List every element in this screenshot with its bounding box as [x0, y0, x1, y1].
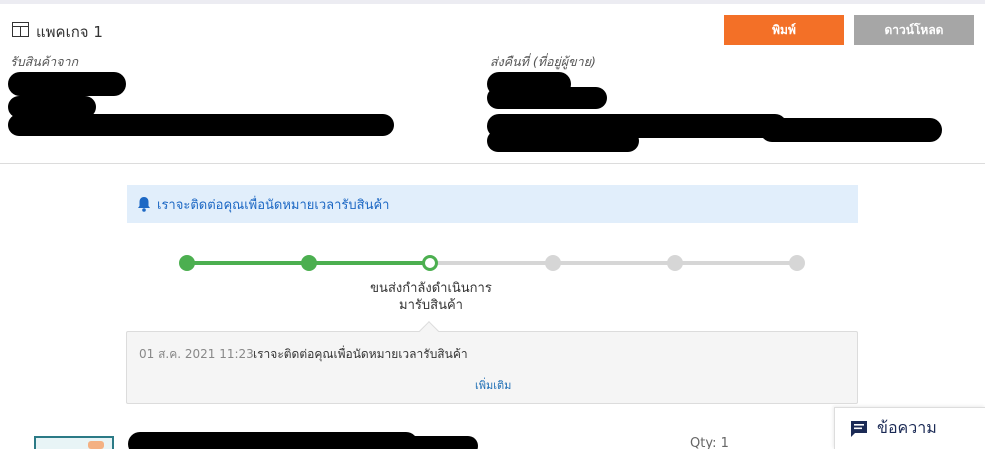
package-title: แพคเกจ 1	[36, 23, 103, 41]
pickup-notice: เราจะติดต่อคุณเพื่อนัดหมายเวลารับสินค้า	[127, 185, 858, 223]
progress-step-5	[667, 255, 683, 271]
top-bar	[0, 0, 985, 4]
pickup-label: รับสินค้าจาก	[10, 54, 79, 69]
chat-label: ข้อความ	[877, 418, 937, 437]
product-thumbnail-detail	[88, 441, 104, 449]
chat-button[interactable]: ข้อความ	[834, 407, 985, 449]
bell-icon	[138, 197, 150, 212]
section-divider	[0, 163, 985, 164]
progress-step-2	[301, 255, 317, 271]
redacted-pickup-name	[8, 72, 126, 96]
print-button[interactable]: พิมพ์	[724, 15, 844, 45]
redacted-pickup-address	[8, 114, 394, 136]
log-message: เราจะติดต่อคุณเพื่อนัดหมายเวลารับสินค้า	[253, 347, 468, 361]
progress-track-todo	[430, 261, 797, 265]
progress-step-4	[545, 255, 561, 271]
notice-text: เราจะติดต่อคุณเพื่อนัดหมายเวลารับสินค้า	[157, 197, 390, 213]
package-icon	[12, 22, 29, 37]
return-address-label: ส่งคืนที่ (ที่อยู่ผู้ขาย)	[490, 54, 596, 69]
redacted-return-address-2	[760, 118, 942, 142]
redacted-product-name-2	[380, 436, 478, 449]
progress-step-3-current	[422, 255, 438, 271]
redacted-product-name	[128, 432, 418, 449]
product-thumbnail	[34, 436, 114, 449]
more-link[interactable]: เพิ่มเติม	[475, 376, 511, 394]
redacted-return-phone	[487, 87, 607, 109]
redacted-return-address-3	[487, 130, 639, 152]
download-button[interactable]: ดาวน์โหลด	[854, 15, 974, 45]
current-step-label-line1: ขนส่งกำลังดำเนินการ	[370, 281, 492, 296]
progress-step-6	[789, 255, 805, 271]
chat-icon	[851, 420, 867, 437]
log-timestamp: 01 ส.ค. 2021 11:23	[139, 347, 254, 361]
current-step-label: ขนส่งกำลังดำเนินการ มารับสินค้า	[350, 280, 512, 314]
progress-step-1	[179, 255, 195, 271]
current-step-label-line2: มารับสินค้า	[399, 298, 463, 313]
item-quantity: Qty: 1	[690, 436, 729, 449]
